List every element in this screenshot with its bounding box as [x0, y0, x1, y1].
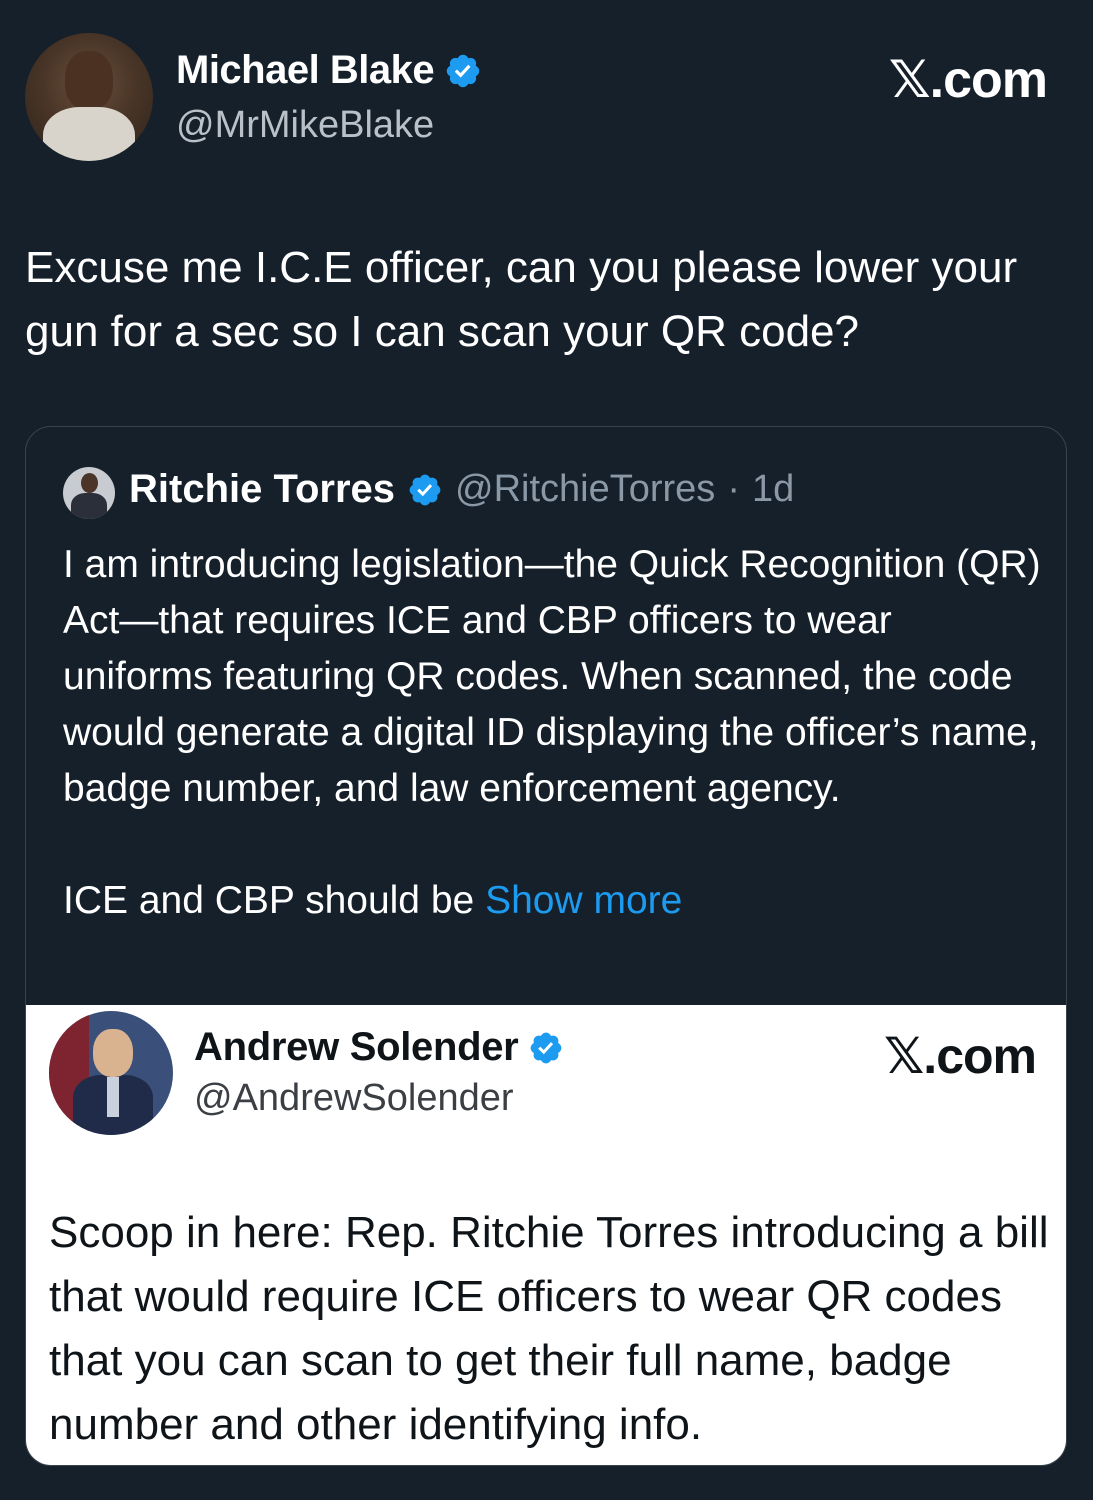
quoted-author-handle[interactable]: @RitchieTorres: [455, 468, 715, 511]
avatar-head: [81, 473, 98, 493]
x-brand-watermark: 𝕏.com: [884, 1028, 1037, 1084]
meta-separator: ·: [727, 468, 740, 510]
media-author-name: Andrew Solender: [194, 1025, 519, 1069]
author-name-row[interactable]: Michael Blake: [176, 48, 482, 93]
author-handle[interactable]: @MrMikeBlake: [176, 104, 434, 147]
quoted-paragraph-2: ICE and CBP should be Show more: [63, 873, 1043, 929]
show-more-link[interactable]: Show more: [485, 879, 682, 922]
quoted-paragraph-1: I am introducing legislation—the Quick R…: [63, 543, 1041, 810]
quoted-author-avatar[interactable]: [63, 467, 115, 519]
media-author-name-row: Andrew Solender: [194, 1025, 564, 1070]
verified-badge-icon: [531, 1032, 562, 1063]
avatar-shirt: [107, 1077, 119, 1117]
quoted-paragraph-2-text: ICE and CBP should be: [63, 879, 475, 922]
x-brand-watermark: 𝕏.com: [888, 51, 1048, 109]
quoted-media-image[interactable]: Andrew Solender @AndrewSolender 𝕏.com Sc…: [26, 1005, 1066, 1465]
media-author-avatar: [49, 1011, 173, 1135]
quoted-timestamp[interactable]: 1d: [752, 468, 794, 511]
author-name[interactable]: Michael Blake: [176, 48, 435, 93]
verified-badge-icon: [446, 54, 480, 87]
quoted-post-card[interactable]: Ritchie Torres @RitchieTorres · 1d I am …: [25, 426, 1067, 1466]
post-text-content: Excuse me I.C.E officer, can you please …: [25, 243, 1018, 356]
media-post-text-content: Scoop in here: Rep. Ritchie Torres intro…: [49, 1208, 1049, 1449]
quoted-author-name[interactable]: Ritchie Torres: [129, 467, 395, 512]
media-author-handle: @AndrewSolender: [194, 1077, 514, 1119]
avatar-body: [43, 107, 135, 161]
quoted-header: Ritchie Torres @RitchieTorres · 1d: [129, 467, 794, 512]
quoted-post-text: I am introducing legislation—the Quick R…: [63, 537, 1043, 929]
avatar-head: [65, 51, 113, 109]
author-avatar[interactable]: [25, 33, 153, 161]
verified-badge-icon: [409, 474, 441, 505]
avatar-body: [71, 493, 107, 519]
avatar-head: [93, 1029, 133, 1077]
post-text: Excuse me I.C.E officer, can you please …: [25, 236, 1065, 364]
media-post-text: Scoop in here: Rep. Ritchie Torres intro…: [49, 1201, 1059, 1457]
